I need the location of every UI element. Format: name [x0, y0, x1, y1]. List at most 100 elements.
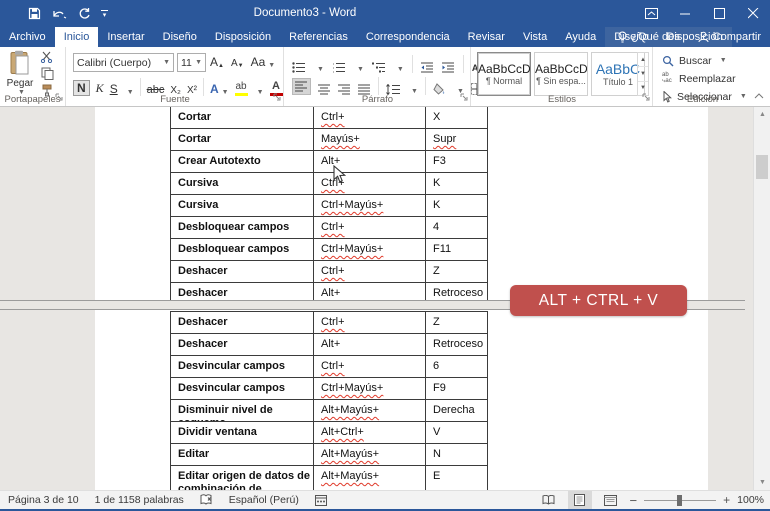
tab-inicio[interactable]: Inicio	[54, 27, 99, 47]
cell-modifier[interactable]: Alt+Mayús+	[313, 400, 425, 421]
cell-command[interactable]: Deshacer	[171, 283, 313, 300]
cell-key[interactable]: Retroceso	[425, 334, 487, 355]
minimize-button[interactable]	[668, 0, 702, 27]
styles-scroll-up-icon[interactable]: ▲	[638, 53, 648, 68]
cell-command[interactable]: Cortar	[171, 107, 313, 128]
maximize-button[interactable]	[702, 0, 736, 27]
multilevel-list-icon[interactable]	[371, 62, 386, 73]
cell-command[interactable]: Editar	[171, 444, 313, 465]
close-button[interactable]	[736, 0, 770, 27]
cell-modifier[interactable]: Mayús+	[313, 129, 425, 150]
increase-indent-icon[interactable]	[441, 62, 455, 73]
web-layout-button[interactable]	[599, 491, 623, 509]
cell-key[interactable]: 6	[425, 356, 487, 377]
ribbon-display-options-icon[interactable]	[634, 0, 668, 27]
cell-key[interactable]: V	[425, 422, 487, 443]
cell-command[interactable]: Editar origen de datos de combinación de	[171, 466, 313, 490]
read-mode-button[interactable]	[537, 491, 561, 509]
cell-command[interactable]: Disminuir nivel de esquema	[171, 400, 313, 421]
cell-command[interactable]: Desbloquear campos	[171, 217, 313, 238]
redo-icon[interactable]	[78, 7, 91, 20]
cell-key[interactable]: Z	[425, 312, 487, 333]
cell-key[interactable]: F11	[425, 239, 487, 260]
cell-key[interactable]: K	[425, 195, 487, 216]
cell-command[interactable]: Desvincular campos	[171, 378, 313, 399]
zoom-in-button[interactable]: +	[723, 493, 730, 507]
cell-key[interactable]: F9	[425, 378, 487, 399]
cell-command[interactable]: Deshacer	[171, 261, 313, 282]
cell-modifier[interactable]: Ctrl+	[313, 312, 425, 333]
cell-key[interactable]: Derecha	[425, 400, 487, 421]
bullet-list-icon[interactable]	[292, 62, 306, 73]
cell-modifier[interactable]: Ctrl+	[313, 356, 425, 377]
cell-modifier[interactable]: Alt+	[313, 151, 425, 172]
word-count[interactable]: 1 de 1158 palabras	[95, 494, 184, 506]
vertical-scrollbar[interactable]: ▲ ▼	[753, 107, 770, 490]
cell-modifier[interactable]: Ctrl+	[313, 173, 425, 194]
font-name-combo[interactable]: Calibri (Cuerpo) ▼	[73, 53, 174, 72]
cell-modifier[interactable]: Ctrl+Mayús+	[313, 195, 425, 216]
cell-key[interactable]: F3	[425, 151, 487, 172]
decrease-indent-icon[interactable]	[420, 62, 434, 73]
share-button[interactable]: Compartir	[691, 27, 768, 47]
cell-key[interactable]: Z	[425, 261, 487, 282]
collapse-ribbon-icon[interactable]	[754, 91, 764, 102]
cell-modifier[interactable]: Alt+Mayús+	[313, 466, 425, 490]
cell-modifier[interactable]: Ctrl+Mayús+	[313, 378, 425, 399]
tab-revisar[interactable]: Revisar	[459, 27, 514, 47]
cell-command[interactable]: Dividir ventana	[171, 422, 313, 443]
scrollbar-thumb[interactable]	[756, 155, 768, 179]
document-page-lower[interactable]: Deshacer Ctrl+ Z Deshacer Alt+ Retroceso Desvi…	[95, 310, 708, 490]
cell-command[interactable]: Deshacer	[171, 312, 313, 333]
tell-me-box[interactable]: ¿Qué des	[611, 27, 686, 47]
dialog-launcher-icon[interactable]	[642, 93, 650, 104]
tab-disposicion[interactable]: Disposición	[206, 27, 280, 47]
cell-command[interactable]: Crear Autotexto	[171, 151, 313, 172]
cell-modifier[interactable]: Alt+	[313, 283, 425, 300]
cell-key[interactable]: X	[425, 107, 487, 128]
tab-archivo[interactable]: Archivo	[0, 27, 55, 47]
save-icon[interactable]	[28, 7, 41, 20]
cell-modifier[interactable]: Ctrl+	[313, 217, 425, 238]
cell-key[interactable]: Retroceso	[425, 283, 487, 300]
cell-command[interactable]: Desvincular campos	[171, 356, 313, 377]
cell-modifier[interactable]: Ctrl+	[313, 261, 425, 282]
macro-recording-icon[interactable]	[314, 494, 327, 506]
proofing-errors-icon[interactable]	[200, 494, 213, 506]
cut-icon[interactable]	[40, 51, 54, 63]
copy-icon[interactable]	[40, 67, 54, 80]
grow-font-button[interactable]: A ▲	[210, 55, 224, 69]
language-indicator[interactable]: Español (Perú)	[229, 494, 299, 506]
cell-key[interactable]: E	[425, 466, 487, 490]
tab-vista[interactable]: Vista	[514, 27, 556, 47]
dialog-launcher-icon[interactable]	[55, 93, 63, 104]
cell-modifier[interactable]: Alt+Mayús+	[313, 444, 425, 465]
cell-command[interactable]: Cursiva	[171, 195, 313, 216]
styles-scroll-down-icon[interactable]: ▼	[638, 67, 648, 82]
print-layout-button[interactable]	[567, 491, 592, 509]
cell-key[interactable]: N	[425, 444, 487, 465]
undo-icon[interactable]	[51, 8, 68, 20]
style-normal[interactable]: AaBbCcDc ¶ Normal	[477, 52, 531, 96]
font-size-combo[interactable]: 11 ▼	[177, 53, 206, 72]
tab-ayuda[interactable]: Ayuda	[556, 27, 605, 47]
cell-command[interactable]: Cortar	[171, 129, 313, 150]
cell-modifier[interactable]: Ctrl+	[313, 107, 425, 128]
zoom-out-button[interactable]: −	[630, 493, 638, 508]
zoom-level[interactable]: 100%	[737, 494, 764, 506]
page-indicator[interactable]: Página 3 de 10	[8, 494, 79, 506]
zoom-slider[interactable]	[644, 494, 717, 506]
cell-command[interactable]: Cursiva	[171, 173, 313, 194]
cell-command[interactable]: Desbloquear campos	[171, 239, 313, 260]
document-page-upper[interactable]: Cortar Ctrl+ X Cortar Mayús+ Supr Crear Autote…	[95, 107, 708, 300]
tab-correspondencia[interactable]: Correspondencia	[357, 27, 459, 47]
find-button[interactable]: Buscar ▼	[662, 52, 747, 69]
scroll-down-icon[interactable]: ▼	[754, 475, 770, 490]
style-no-spacing[interactable]: AaBbCcDc ¶ Sin espa...	[534, 52, 588, 96]
cell-key[interactable]: Supr	[425, 129, 487, 150]
cell-modifier[interactable]: Ctrl+Mayús+	[313, 239, 425, 260]
scroll-up-icon[interactable]: ▲	[754, 107, 770, 122]
shrink-font-button[interactable]: A ▼	[231, 58, 244, 69]
align-left-button[interactable]	[292, 78, 311, 95]
tab-referencias[interactable]: Referencias	[280, 27, 357, 47]
